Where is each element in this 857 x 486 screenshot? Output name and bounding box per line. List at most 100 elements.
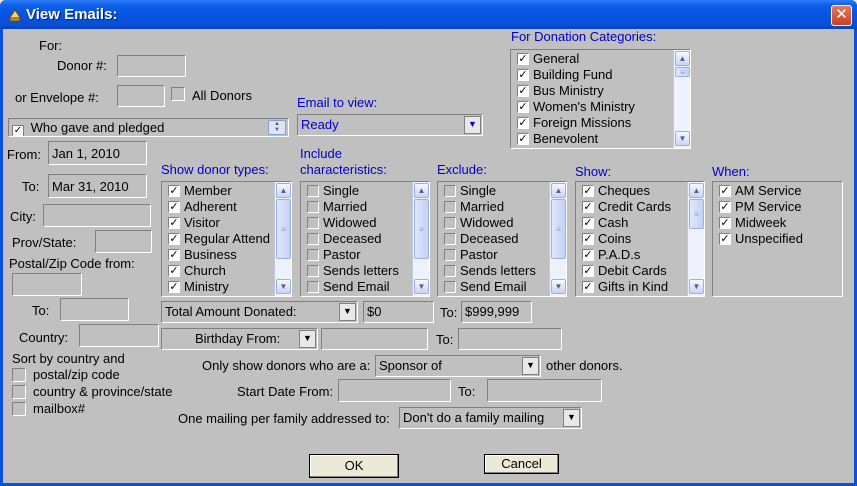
scroll-up-icon[interactable]: ▲: [675, 51, 690, 66]
when-item[interactable]: ✓ Midweek: [713, 215, 842, 231]
start-date-to-input[interactable]: [487, 379, 602, 402]
scroll-up-icon[interactable]: ▲: [414, 183, 429, 198]
include-characteristics-item[interactable]: Widowed: [301, 215, 412, 231]
to-date-input[interactable]: Mar 31, 2010: [48, 174, 147, 198]
checkbox[interactable]: [307, 265, 319, 277]
checkbox[interactable]: ✓: [168, 249, 180, 261]
scrollbar[interactable]: ▲ ≡ ▼: [673, 50, 690, 148]
checkbox[interactable]: [444, 185, 456, 197]
checkbox[interactable]: [444, 233, 456, 245]
checkbox[interactable]: [444, 201, 456, 213]
checkbox[interactable]: [307, 201, 319, 213]
scroll-down-icon[interactable]: ▼: [276, 279, 291, 294]
birthday-from-input[interactable]: [321, 328, 428, 350]
checkbox[interactable]: [444, 281, 456, 293]
exclude-item[interactable]: Deceased: [438, 231, 549, 247]
title-bar[interactable]: View Emails: ✕: [0, 0, 857, 29]
checkbox[interactable]: ✓: [168, 185, 180, 197]
start-date-from-input[interactable]: [338, 379, 451, 402]
checkbox[interactable]: ✓: [517, 69, 529, 81]
scroll-thumb[interactable]: ≡: [675, 67, 690, 77]
include-characteristics-item[interactable]: Married: [301, 199, 412, 215]
scroll-down-icon[interactable]: ▼: [689, 279, 704, 294]
chevron-down-icon[interactable]: ▼: [563, 409, 580, 427]
scroll-up-icon[interactable]: ▲: [551, 183, 566, 198]
when-item[interactable]: ✓ AM Service: [713, 183, 842, 199]
chevron-down-icon[interactable]: ▼: [522, 357, 539, 375]
envelope-num-input[interactable]: [117, 85, 165, 107]
scrollbar[interactable]: ▲ ≡ ▼: [412, 182, 429, 296]
show-types-item[interactable]: ✓ Debit Cards: [576, 263, 687, 279]
exclude-item[interactable]: Send Email: [438, 279, 549, 295]
checkbox[interactable]: ✓: [719, 185, 731, 197]
scrollbar[interactable]: ▲ ≡ ▼: [549, 182, 566, 296]
birthday-to-input[interactable]: [458, 328, 562, 350]
scrollbar[interactable]: ▲ ≡ ▼: [274, 182, 291, 296]
exclude-item[interactable]: Single: [438, 183, 549, 199]
checkbox[interactable]: [444, 249, 456, 261]
scroll-down-icon[interactable]: ▼: [675, 131, 690, 146]
include-characteristics-item[interactable]: Pastor: [301, 247, 412, 263]
amount-type-select[interactable]: Total Amount Donated: ▼: [161, 301, 358, 323]
checkbox[interactable]: [444, 217, 456, 229]
include-characteristics-item[interactable]: Deceased: [301, 231, 412, 247]
donation-categories-item[interactable]: ✓ Bus Ministry: [511, 83, 673, 99]
checkbox[interactable]: ✓: [517, 101, 529, 113]
checkbox[interactable]: ✓: [168, 233, 180, 245]
show-types-item[interactable]: ✓ P.A.D.s: [576, 247, 687, 263]
all-donors-checkbox[interactable]: [171, 87, 185, 101]
checkbox[interactable]: [444, 265, 456, 277]
close-icon[interactable]: ✕: [831, 5, 852, 26]
when-item[interactable]: ✓ Unspecified: [713, 231, 842, 247]
scroll-down-icon[interactable]: ▼: [551, 279, 566, 294]
scroll-up-icon[interactable]: ▲: [689, 183, 704, 198]
checkbox[interactable]: [307, 217, 319, 229]
show-types-item[interactable]: ✓ Cheques: [576, 183, 687, 199]
postal-to-input[interactable]: [60, 298, 129, 321]
amount-from-input[interactable]: $0: [363, 301, 434, 323]
sponsor-select[interactable]: Sponsor of ▼: [375, 355, 541, 377]
postal-from-input[interactable]: [12, 273, 82, 296]
show-types-list[interactable]: ✓ Cheques ✓ Credit Cards ✓ Cash ✓ Coins ✓ P.A.D.s…: [575, 181, 705, 297]
include-characteristics-item[interactable]: Send Email: [301, 279, 412, 295]
donor-types-item[interactable]: ✓ Church: [162, 263, 274, 279]
donation-categories-item[interactable]: ✓ Foreign Missions: [511, 115, 673, 131]
donation-categories-item[interactable]: ✓ Building Fund: [511, 67, 673, 83]
donor-types-item[interactable]: ✓ Adherent: [162, 199, 274, 215]
city-input[interactable]: [43, 204, 151, 227]
checkbox[interactable]: ✓: [582, 233, 594, 245]
include-characteristics-item[interactable]: Single: [301, 183, 412, 199]
checkbox[interactable]: ✓: [719, 217, 731, 229]
checkbox[interactable]: [307, 249, 319, 261]
exclude-item[interactable]: Married: [438, 199, 549, 215]
exclude-list[interactable]: Single Married Widowed Deceased Pastor Sends …: [437, 181, 567, 297]
gave-pledged-selector[interactable]: ✓ Who gave and pledged ▲ ▼: [8, 118, 289, 137]
sort-checkbox[interactable]: [12, 368, 26, 382]
scroll-up-icon[interactable]: ▲: [276, 183, 291, 198]
show-types-item[interactable]: ✓ Gifts in Kind: [576, 279, 687, 295]
checkbox[interactable]: ✓: [582, 281, 594, 293]
chevron-down-icon[interactable]: ▼: [339, 303, 356, 321]
email-to-view-select[interactable]: Ready ▼: [297, 114, 483, 136]
checkbox[interactable]: ✓: [517, 133, 529, 145]
checkbox[interactable]: ✓: [582, 201, 594, 213]
checkbox[interactable]: ✓: [168, 265, 180, 277]
birthday-select[interactable]: Birthday From: ▼: [161, 328, 318, 350]
checkbox[interactable]: ✓: [517, 85, 529, 97]
donation-categories-item[interactable]: ✓ General: [511, 51, 673, 67]
scrollbar[interactable]: ▲ ≡ ▼: [687, 182, 704, 296]
from-date-input[interactable]: Jan 1, 2010: [48, 141, 147, 165]
show-types-item[interactable]: ✓ Credit Cards: [576, 199, 687, 215]
show-types-item[interactable]: ✓ Cash: [576, 215, 687, 231]
exclude-item[interactable]: Pastor: [438, 247, 549, 263]
checkbox[interactable]: [307, 185, 319, 197]
country-input[interactable]: [79, 324, 159, 347]
scroll-thumb[interactable]: ≡: [551, 199, 566, 259]
donor-types-list[interactable]: ✓ Member ✓ Adherent ✓ Visitor ✓ Regular Attend ✓…: [161, 181, 292, 297]
include-characteristics-item[interactable]: Sends letters: [301, 263, 412, 279]
donor-types-item[interactable]: ✓ Member: [162, 183, 274, 199]
ok-button[interactable]: OK: [309, 454, 399, 478]
donor-types-item[interactable]: ✓ Visitor: [162, 215, 274, 231]
donation-categories-list[interactable]: ✓ General ✓ Building Fund ✓ Bus Ministry ✓ Wome…: [510, 49, 691, 149]
checkbox[interactable]: ✓: [582, 265, 594, 277]
